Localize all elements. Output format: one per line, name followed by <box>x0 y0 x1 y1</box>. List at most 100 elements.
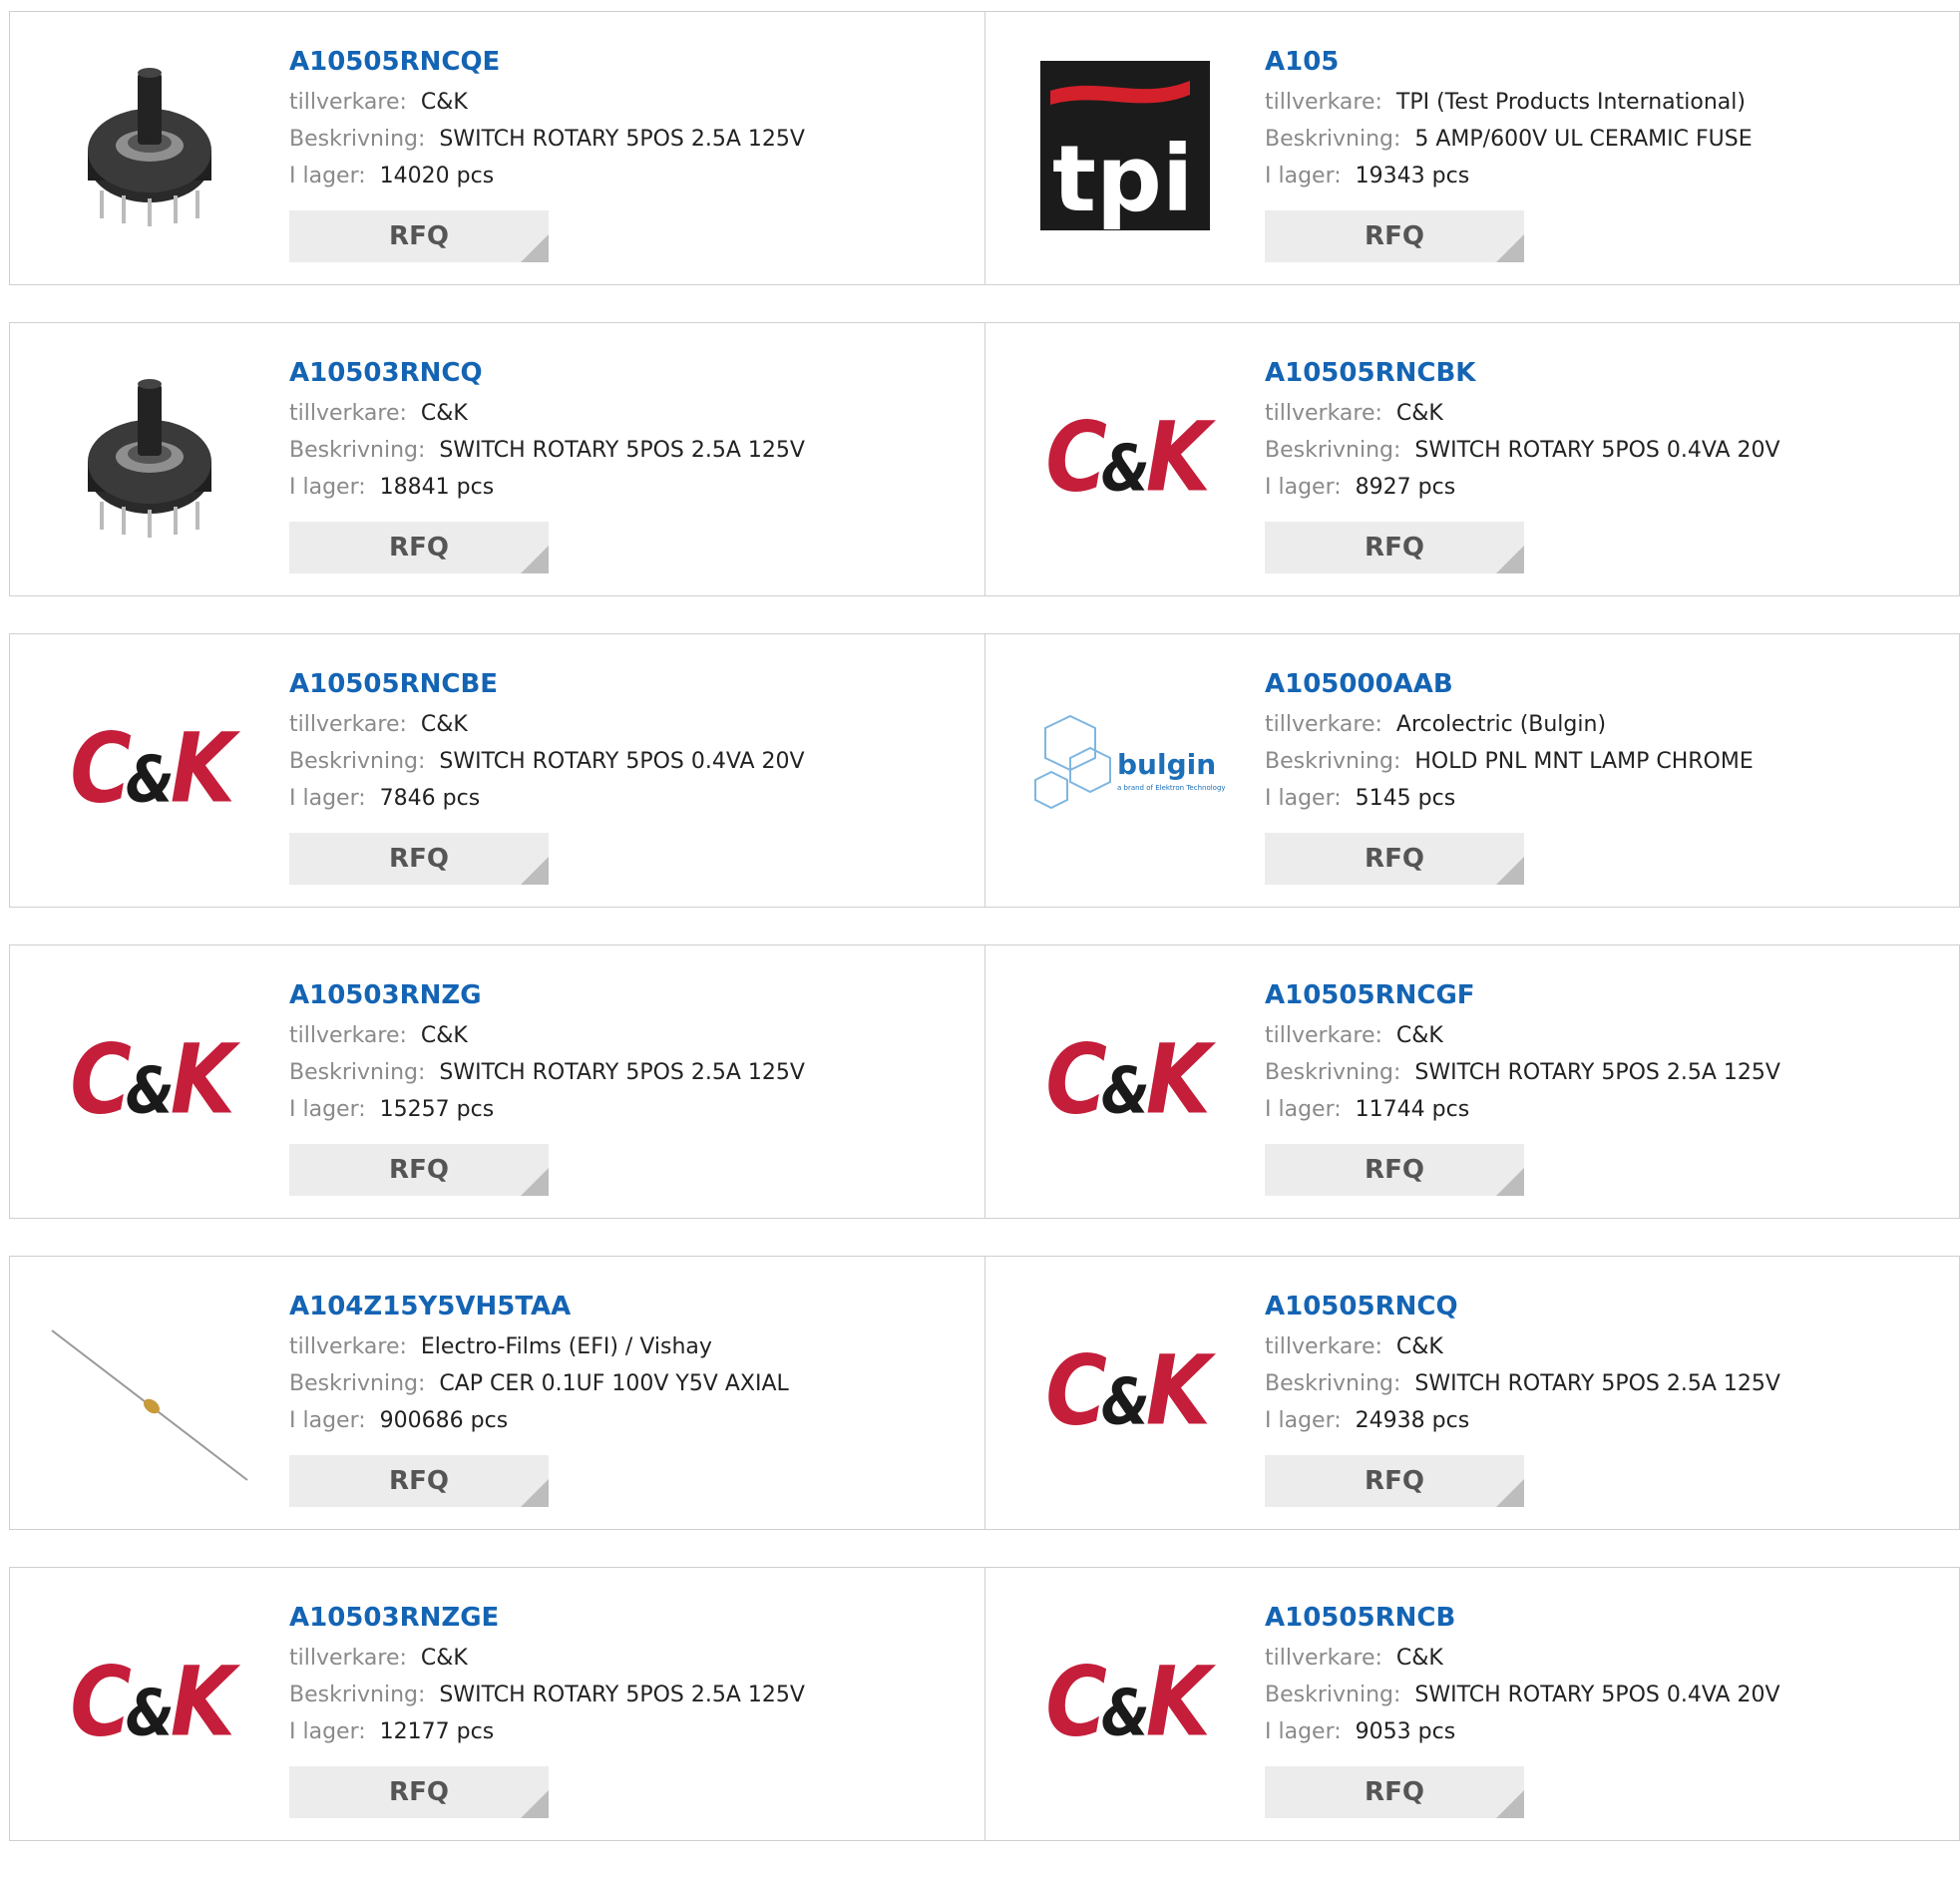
rfq-button[interactable]: RFQ <box>289 210 549 262</box>
svg-text:tpi: tpi <box>1052 126 1193 230</box>
ck-logo: C&K <box>70 1022 235 1136</box>
product-thumbnail[interactable]: C&K <box>50 979 249 1179</box>
product-info: A10505RNCBK tillverkare: C&K Beskrivning:… <box>1265 355 1780 573</box>
part-number-link[interactable]: A10503RNZG <box>289 977 805 1017</box>
manufacturer-label: tillverkare: <box>1265 1023 1382 1048</box>
product-thumbnail[interactable]: C&K <box>1025 1602 1225 1801</box>
rfq-button[interactable]: RFQ <box>1265 833 1524 885</box>
product-card: A10503RNCQ tillverkare: C&K Beskrivning: S… <box>10 323 984 595</box>
stock-line: I lager: 14020 pcs <box>289 158 805 194</box>
ck-logo: C&K <box>1045 1022 1211 1136</box>
part-number-link[interactable]: A10503RNCQ <box>289 355 805 395</box>
rotary-switch-image <box>88 68 211 226</box>
product-card: A10505RNCQE tillverkare: C&K Beskrivning:… <box>10 12 984 284</box>
product-thumbnail[interactable]: C&K <box>1025 979 1225 1179</box>
description-line: Beskrivning: SWITCH ROTARY 5POS 2.5A 125V <box>289 432 805 469</box>
part-number-link[interactable]: A10505RNCBE <box>289 666 805 706</box>
stock-line: I lager: 8927 pcs <box>1265 469 1780 506</box>
description-value: SWITCH ROTARY 5POS 2.5A 125V <box>439 127 805 152</box>
manufacturer-line: tillverkare: C&K <box>289 1640 805 1677</box>
ck-logo: C&K <box>70 1645 235 1758</box>
stock-label: I lager: <box>289 1097 366 1122</box>
stock-value: 24938 pcs <box>1355 1408 1470 1433</box>
rfq-button[interactable]: RFQ <box>1265 522 1524 573</box>
stock-label: I lager: <box>1265 475 1342 500</box>
rfq-button[interactable]: RFQ <box>1265 210 1524 262</box>
product-row: C&K A10503RNZG tillverkare: C&K Beskrivni… <box>9 944 1960 1219</box>
manufacturer-label: tillverkare: <box>289 1023 407 1048</box>
stock-value: 9053 pcs <box>1355 1719 1456 1744</box>
stock-line: I lager: 24938 pcs <box>1265 1402 1780 1439</box>
rfq-button[interactable]: RFQ <box>289 1766 549 1818</box>
part-number-link[interactable]: A105 <box>1265 44 1753 84</box>
description-label: Beskrivning: <box>1265 438 1401 463</box>
manufacturer-line: tillverkare: C&K <box>1265 1640 1780 1677</box>
product-info: A10505RNCGF tillverkare: C&K Beskrivning:… <box>1265 977 1780 1196</box>
product-row: A10503RNCQ tillverkare: C&K Beskrivning: S… <box>9 322 1960 596</box>
product-thumbnail[interactable] <box>50 357 249 557</box>
part-number-link[interactable]: A10505RNCBK <box>1265 355 1780 395</box>
product-card: C&K A10505RNCBE tillverkare: C&K Beskrivn… <box>10 634 984 907</box>
description-value: SWITCH ROTARY 5POS 0.4VA 20V <box>1414 1683 1780 1707</box>
product-card: C&K A10503RNZG tillverkare: C&K Beskrivni… <box>10 945 984 1218</box>
product-thumbnail[interactable]: C&K <box>50 1602 249 1801</box>
stock-value: 5145 pcs <box>1355 786 1456 811</box>
product-thumbnail[interactable] <box>50 1291 249 1490</box>
part-number-link[interactable]: A10505RNCB <box>1265 1600 1780 1640</box>
stock-value: 12177 pcs <box>379 1719 495 1744</box>
rfq-button[interactable]: RFQ <box>289 522 549 573</box>
stock-line: I lager: 19343 pcs <box>1265 158 1753 194</box>
product-info: A10505RNCQ tillverkare: C&K Beskrivning: S… <box>1265 1289 1780 1507</box>
stock-label: I lager: <box>1265 786 1342 811</box>
product-thumbnail[interactable]: tpi <box>1025 46 1225 245</box>
part-number-link[interactable]: A10503RNZGE <box>289 1600 805 1640</box>
stock-label: I lager: <box>1265 164 1342 188</box>
rfq-button[interactable]: RFQ <box>289 1144 549 1196</box>
description-label: Beskrivning: <box>289 127 426 152</box>
description-line: Beskrivning: SWITCH ROTARY 5POS 2.5A 125V <box>289 1677 805 1713</box>
rfq-button[interactable]: RFQ <box>289 1455 549 1507</box>
part-number-link[interactable]: A105000AAB <box>1265 666 1754 706</box>
product-info: A10503RNZGE tillverkare: C&K Beskrivning:… <box>289 1600 805 1818</box>
description-label: Beskrivning: <box>289 1683 426 1707</box>
product-thumbnail[interactable]: bulgin a brand of Elektron Technology <box>1025 668 1225 868</box>
part-number-link[interactable]: A10505RNCQE <box>289 44 805 84</box>
stock-label: I lager: <box>289 475 366 500</box>
tpi-logo: tpi <box>1040 61 1210 230</box>
description-value: SWITCH ROTARY 5POS 2.5A 125V <box>439 438 805 463</box>
manufacturer-line: tillverkare: Arcolectric (Bulgin) <box>1265 706 1754 743</box>
product-thumbnail[interactable] <box>50 46 249 245</box>
rfq-button[interactable]: RFQ <box>1265 1455 1524 1507</box>
ck-logo: C&K <box>1045 1333 1211 1447</box>
stock-value: 15257 pcs <box>379 1097 495 1122</box>
manufacturer-label: tillverkare: <box>1265 1334 1382 1359</box>
description-label: Beskrivning: <box>289 1371 426 1396</box>
description-label: Beskrivning: <box>1265 1060 1401 1085</box>
product-info: A10503RNZG tillverkare: C&K Beskrivning: S… <box>289 977 805 1196</box>
manufacturer-label: tillverkare: <box>289 90 407 115</box>
description-value: SWITCH ROTARY 5POS 2.5A 125V <box>1414 1060 1780 1085</box>
stock-label: I lager: <box>289 1719 366 1744</box>
manufacturer-value: C&K <box>420 1646 468 1671</box>
description-line: Beskrivning: SWITCH ROTARY 5POS 0.4VA 20V <box>289 743 805 780</box>
rfq-button[interactable]: RFQ <box>1265 1766 1524 1818</box>
product-row: A10505RNCQE tillverkare: C&K Beskrivning:… <box>9 11 1960 285</box>
product-thumbnail[interactable]: C&K <box>1025 357 1225 557</box>
stock-value: 8927 pcs <box>1355 475 1456 500</box>
product-card: C&K A10505RNCQ tillverkare: C&K Beskrivni… <box>984 1257 1959 1529</box>
description-line: Beskrivning: SWITCH ROTARY 5POS 2.5A 125V <box>289 1054 805 1091</box>
product-thumbnail[interactable]: C&K <box>50 668 249 868</box>
manufacturer-value: C&K <box>420 712 468 737</box>
part-number-link[interactable]: A10505RNCQ <box>1265 1289 1780 1328</box>
rfq-button[interactable]: RFQ <box>1265 1144 1524 1196</box>
stock-line: I lager: 9053 pcs <box>1265 1713 1780 1750</box>
product-card: A104Z15Y5VH5TAA tillverkare: Electro-Film… <box>10 1257 984 1529</box>
ck-logo: C&K <box>70 711 235 825</box>
description-line: Beskrivning: SWITCH ROTARY 5POS 2.5A 125V <box>289 121 805 158</box>
manufacturer-label: tillverkare: <box>289 1646 407 1671</box>
description-value: HOLD PNL MNT LAMP CHROME <box>1414 749 1754 774</box>
product-thumbnail[interactable]: C&K <box>1025 1291 1225 1490</box>
part-number-link[interactable]: A10505RNCGF <box>1265 977 1780 1017</box>
rfq-button[interactable]: RFQ <box>289 833 549 885</box>
part-number-link[interactable]: A104Z15Y5VH5TAA <box>289 1289 789 1328</box>
